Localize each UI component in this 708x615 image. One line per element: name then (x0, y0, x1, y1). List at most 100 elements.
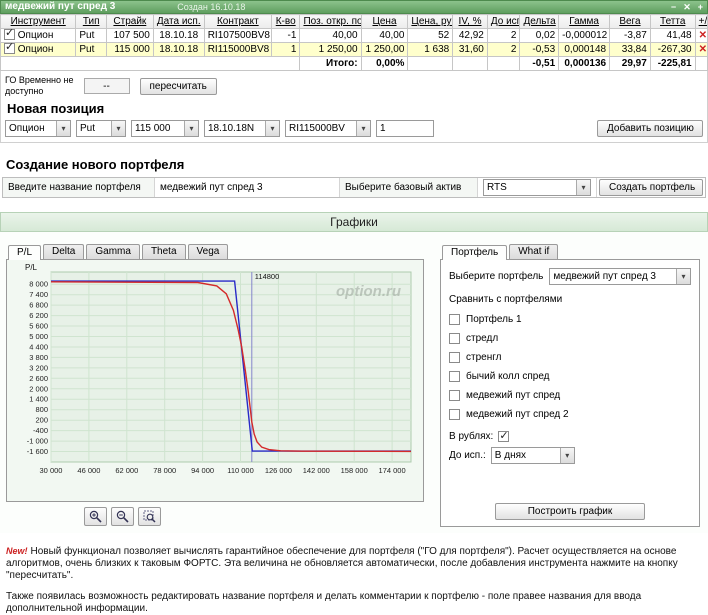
tab-pl[interactable]: P/L (8, 245, 41, 260)
chart-tabs: P/L Delta Gamma Theta Vega (8, 244, 430, 259)
cell-theta: -267,30 (650, 43, 695, 57)
col-header-vega[interactable]: Вега (610, 15, 651, 29)
recalculate-button[interactable]: пересчитать (140, 78, 217, 95)
col-header-price[interactable]: Цена (361, 15, 408, 29)
cell-instrument: Опцион (18, 30, 54, 41)
svg-text:-400: -400 (33, 426, 48, 435)
col-header-expiry[interactable]: Дата исп. (153, 15, 204, 29)
col-header-delta[interactable]: Дельта (520, 15, 559, 29)
col-header-qty[interactable]: К-во (271, 15, 300, 29)
add-position-button[interactable]: Добавить позицию (597, 120, 703, 137)
cell-delta: -0,53 (520, 43, 559, 57)
cell-price-rub: 52 (408, 29, 453, 43)
zoom-out-button[interactable] (111, 507, 134, 526)
build-chart-button[interactable]: Построить график (495, 503, 645, 520)
row-checkbox[interactable] (4, 29, 15, 40)
svg-text:110 000: 110 000 (227, 466, 254, 475)
tab-theta[interactable]: Theta (142, 244, 186, 259)
compare-checkbox[interactable] (449, 371, 460, 382)
col-header-strike[interactable]: Страйк (106, 15, 153, 29)
tab-vega[interactable]: Vega (188, 244, 229, 259)
note-text-2: Также появилась возможность редактироват… (6, 591, 702, 615)
chevron-down-icon: ▾ (676, 269, 690, 284)
col-header-iv[interactable]: IV, % (453, 15, 488, 29)
cell-iv: 31,60 (453, 43, 488, 57)
cell-open-price: 40,00 (300, 29, 361, 43)
svg-text:62 000: 62 000 (115, 466, 138, 475)
expiry-select[interactable]: 18.10.18N▾ (204, 120, 280, 137)
close-icon[interactable]: ✕ (683, 1, 691, 13)
svg-text:P/L: P/L (25, 263, 38, 272)
footer-notes: New!Новый функционал позволяет вычислять… (6, 545, 702, 615)
totals-vega: 29,97 (610, 57, 651, 71)
compare-item: стренгл (449, 348, 691, 367)
compare-checkbox[interactable] (449, 409, 460, 420)
created-date: Создан 16.10.18 (177, 2, 245, 12)
table-row-selected[interactable]: Опцион Put 115 000 18.10.18 RI115000BV8 … (1, 43, 708, 57)
compare-checkbox[interactable] (449, 352, 460, 363)
compare-item: медвежий пут спред (449, 386, 691, 405)
svg-text:3 200: 3 200 (29, 363, 48, 372)
contract-select[interactable]: RI115000BV▾ (285, 120, 371, 137)
svg-text:4 400: 4 400 (29, 343, 48, 352)
col-header-contract[interactable]: Контракт (204, 15, 271, 29)
add-icon[interactable]: + (698, 1, 703, 13)
cell-contract: RI107500BV8 (204, 29, 271, 43)
table-row[interactable]: Опцион Put 107 500 18.10.18 RI107500BV8 … (1, 29, 708, 43)
col-header-open-price[interactable]: Поз. откр. по (300, 15, 361, 29)
col-header-gamma[interactable]: Гамма (559, 15, 610, 29)
cell-days: 2 (487, 43, 520, 57)
strike-select[interactable]: 115 000▾ (131, 120, 199, 137)
portfolio-select[interactable]: медвежий пут спред 3▾ (549, 268, 691, 285)
col-header-price-rub[interactable]: Цена, руб. (408, 15, 453, 29)
col-header-type[interactable]: Тип (76, 15, 107, 29)
svg-text:option.ru: option.ru (336, 283, 401, 300)
chevron-down-icon: ▾ (56, 121, 70, 136)
compare-checkbox[interactable] (449, 390, 460, 401)
zoom-reset-icon (143, 510, 156, 523)
create-portfolio-title: Создание нового портфеля (6, 157, 708, 172)
col-header-theta[interactable]: Тетта (650, 15, 695, 29)
create-portfolio-button[interactable]: Создать портфель (599, 179, 703, 196)
quantity-input[interactable] (376, 120, 434, 137)
col-header-instrument[interactable]: Инструмент (1, 15, 76, 29)
delete-row-icon[interactable]: ✕ (695, 29, 707, 43)
row-checkbox[interactable] (4, 43, 15, 54)
option-type-select[interactable]: Put▾ (76, 120, 126, 137)
days-select[interactable]: В днях▾ (491, 447, 575, 464)
base-asset-label: Выберите базовый актив (340, 178, 478, 197)
svg-text:158 000: 158 000 (341, 466, 368, 475)
cell-contract: RI115000BV8 (204, 43, 271, 57)
compare-checkbox[interactable] (449, 314, 460, 325)
svg-text:94 000: 94 000 (191, 466, 214, 475)
col-header-days[interactable]: До исп. (487, 15, 520, 29)
rubles-checkbox[interactable] (498, 431, 509, 442)
svg-text:1 400: 1 400 (29, 395, 48, 404)
svg-text:2 600: 2 600 (29, 374, 48, 383)
charts-section-title: Графики (0, 212, 708, 232)
svg-text:800: 800 (35, 405, 48, 414)
tab-gamma[interactable]: Gamma (86, 244, 140, 259)
zoom-reset-button[interactable] (138, 507, 161, 526)
base-asset-select[interactable]: RTS▾ (483, 179, 591, 196)
days-label: До исп.: (449, 450, 486, 461)
chevron-down-icon: ▾ (560, 448, 574, 463)
tab-delta[interactable]: Delta (43, 244, 84, 259)
tab-what-if[interactable]: What if (509, 244, 558, 259)
pl-chart: 30 00046 00062 00078 00094 000110 000126… (9, 262, 419, 496)
cell-type: Put (76, 29, 107, 43)
cell-price: 40,00 (361, 29, 408, 43)
zoom-out-icon (116, 510, 129, 523)
minimize-icon[interactable]: − (671, 1, 676, 13)
cell-expiry: 18.10.18 (153, 29, 204, 43)
tab-portfolio[interactable]: Портфель (442, 245, 507, 260)
compare-checkbox[interactable] (449, 333, 460, 344)
instrument-select[interactable]: Опцион▾ (5, 120, 71, 137)
svg-text:3 800: 3 800 (29, 353, 48, 362)
portfolio-name-input[interactable] (160, 179, 334, 196)
select-portfolio-label: Выберите портфель (449, 271, 543, 282)
new-position-title: Новая позиция (7, 101, 703, 116)
cell-theta: 41,48 (650, 29, 695, 43)
delete-row-icon[interactable]: ✕ (695, 43, 707, 57)
zoom-in-button[interactable] (84, 507, 107, 526)
